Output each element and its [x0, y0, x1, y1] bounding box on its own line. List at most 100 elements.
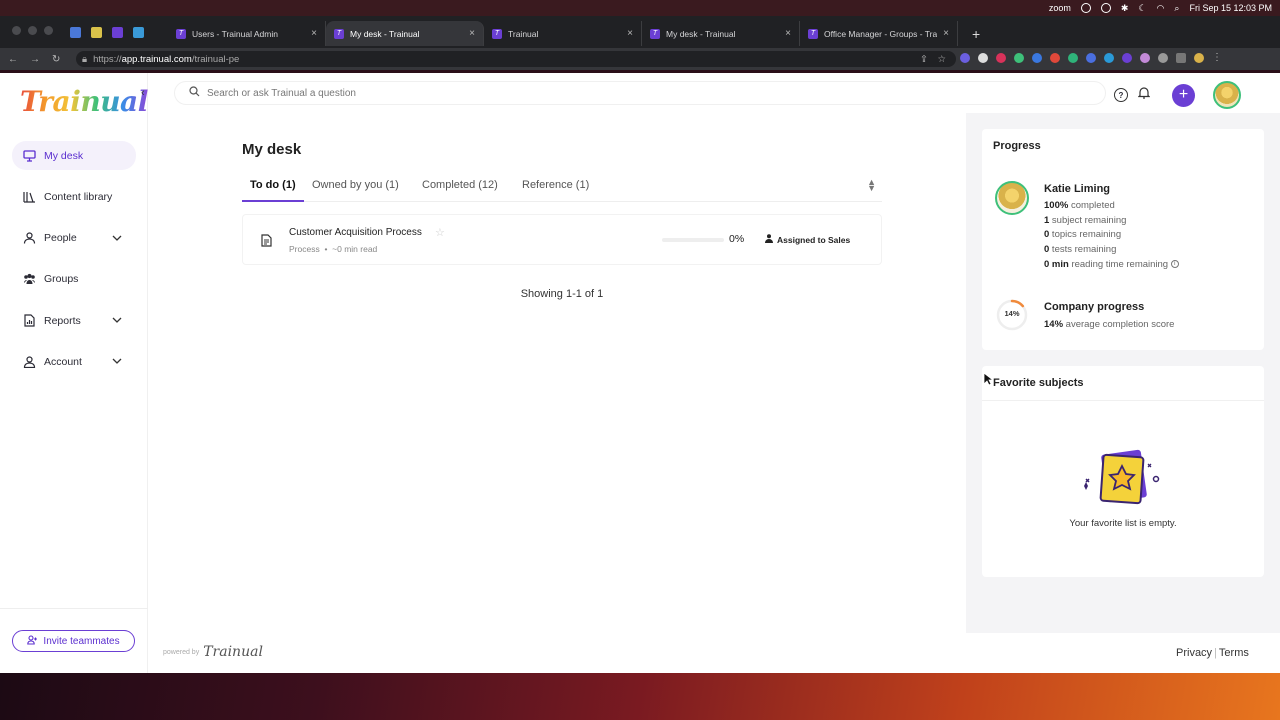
extension-icon[interactable]	[1122, 53, 1132, 63]
extension-icon[interactable]	[1086, 53, 1096, 63]
sidebar-item-groups[interactable]: Groups	[12, 265, 136, 294]
invite-teammates-button[interactable]: Invite teammates	[12, 630, 135, 652]
user-avatar[interactable]	[1213, 81, 1241, 109]
sidebar: Trainual ‹ My desk Content library Peopl…	[0, 73, 148, 673]
bell-icon[interactable]	[1137, 86, 1151, 104]
extension-icon[interactable]	[960, 53, 970, 63]
powered-by-label: powered by	[163, 648, 200, 656]
privacy-link[interactable]: Privacy	[1176, 647, 1212, 659]
extension-icon[interactable]	[978, 53, 988, 63]
table-row[interactable]: Customer Acquisition Process ☆ Process •…	[242, 214, 882, 265]
favorite-star-icon[interactable]: ☆	[435, 226, 445, 239]
sidebar-item-people[interactable]: People	[12, 224, 136, 253]
trainual-logo[interactable]: Trainual	[20, 85, 148, 118]
subject-name[interactable]: Customer Acquisition Process	[289, 227, 422, 238]
share-icon[interactable]: ⇪	[920, 54, 928, 65]
reload-icon[interactable]: ↻	[52, 54, 60, 65]
close-tab-icon[interactable]: ×	[469, 28, 475, 39]
sidebar-item-reports[interactable]: Reports	[12, 306, 136, 335]
clock[interactable]: Fri Sep 15 12:03 PM	[1189, 3, 1272, 13]
collapse-sidebar-icon[interactable]: ‹	[141, 87, 145, 99]
settings-icon[interactable]	[1080, 3, 1091, 13]
extension-icon[interactable]	[996, 53, 1006, 63]
extension-icon[interactable]	[1104, 53, 1114, 63]
pinned-tab-icon[interactable]	[91, 27, 102, 38]
chevron-down-icon[interactable]	[112, 355, 122, 367]
mouse-cursor-icon	[983, 372, 993, 386]
active-tab-indicator	[242, 200, 304, 202]
subject-type: Process	[289, 244, 320, 254]
close-tab-icon[interactable]: ×	[627, 28, 633, 39]
topbar: Search or ask Trainual a question ? +	[148, 73, 1280, 113]
sidebar-item-label: Content library	[44, 190, 113, 203]
chevron-down-icon[interactable]	[112, 314, 122, 326]
sidebar-item-my-desk[interactable]: My desk	[12, 141, 136, 170]
pinned-tab-icon[interactable]	[70, 27, 81, 38]
extension-icon[interactable]	[1068, 53, 1078, 63]
url-path: /trainual-pe	[191, 53, 240, 65]
sidebar-item-account[interactable]: Account	[12, 347, 136, 376]
extension-icon[interactable]	[1014, 53, 1024, 63]
pagination-summary: Showing 1-1 of 1	[520, 288, 604, 300]
stat-text: tests remaining	[1049, 244, 1117, 255]
search-icon[interactable]: ⌕	[1174, 3, 1179, 14]
progress-card: Progress Katie Liming 100% completed 1 s…	[982, 129, 1264, 350]
back-icon[interactable]: ←	[8, 54, 18, 65]
forward-icon[interactable]: →	[30, 54, 40, 65]
tab-completed[interactable]: Completed (12)	[422, 179, 498, 191]
tab-to-do[interactable]: To do (1)	[250, 179, 296, 191]
browser-tab-active[interactable]: T My desk - Trainual ×	[326, 21, 484, 46]
browser-tab[interactable]: T Users - Trainual Admin ×	[168, 21, 326, 46]
company-progress-text: average completion score	[1063, 319, 1175, 330]
sidebar-item-label: Reports	[44, 314, 81, 327]
person-icon	[765, 234, 773, 245]
empty-favorites-illustration	[1084, 449, 1160, 505]
wifi-icon[interactable]: ◠	[1157, 3, 1165, 14]
account-icon	[22, 355, 36, 369]
pinned-tab-icon[interactable]	[112, 27, 123, 38]
search-input[interactable]: Search or ask Trainual a question	[174, 81, 1106, 105]
browser-tab[interactable]: T Trainual ×	[484, 21, 642, 46]
puzzle-icon[interactable]	[1158, 53, 1168, 63]
browser-tab[interactable]: T Office Manager - Groups - Trai ×	[800, 21, 958, 46]
grammarly-icon[interactable]	[1100, 3, 1111, 13]
info-icon[interactable]: i	[1170, 260, 1179, 269]
extension-icon[interactable]	[1032, 53, 1042, 63]
profile-icon[interactable]	[1194, 53, 1204, 63]
close-window-icon[interactable]	[12, 26, 21, 35]
sort-icon[interactable]: ▲ ▼	[867, 178, 876, 193]
address-bar[interactable]: 🔒︎ https://app.trainual.com/trainual-pe …	[76, 51, 956, 67]
bookmark-star-icon[interactable]: ☆	[937, 54, 946, 65]
trainual-favicon-icon: T	[176, 28, 186, 39]
company-progress-title: Company progress	[1044, 301, 1145, 313]
close-tab-icon[interactable]: ×	[785, 28, 791, 39]
close-tab-icon[interactable]: ×	[943, 28, 949, 39]
footer-logo[interactable]: Trainual	[203, 644, 263, 660]
browser-tab[interactable]: T My desk - Trainual ×	[642, 21, 800, 46]
more-menu-icon[interactable]: ⋮	[1212, 53, 1222, 63]
new-tab-icon[interactable]: +	[972, 26, 980, 42]
chevron-down-icon[interactable]	[112, 232, 122, 244]
pinned-tab-icon[interactable]	[133, 27, 144, 38]
tab-owned-by-you[interactable]: Owned by you (1)	[312, 179, 399, 191]
help-icon[interactable]: ?	[1114, 88, 1128, 102]
stat-completed: 100% completed	[1044, 200, 1115, 211]
terms-link[interactable]: Terms	[1219, 647, 1249, 659]
maximize-window-icon[interactable]	[44, 26, 53, 35]
close-tab-icon[interactable]: ×	[311, 28, 317, 39]
stat-value: 100%	[1044, 200, 1069, 211]
bluetooth-icon[interactable]: ✱	[1121, 3, 1129, 14]
tab-reference[interactable]: Reference (1)	[522, 179, 589, 191]
url-host: app.trainual.com	[121, 53, 192, 65]
extension-icon[interactable]	[1050, 53, 1060, 63]
sidebar-item-label: My desk	[44, 149, 84, 162]
add-button[interactable]: +	[1172, 83, 1195, 107]
extension-icon[interactable]	[1140, 53, 1150, 63]
sidebar-item-content-library[interactable]: Content library	[12, 182, 136, 211]
window-controls	[12, 26, 53, 35]
moon-icon[interactable]: ☾	[1138, 3, 1146, 14]
sidepanel-icon[interactable]	[1176, 53, 1186, 63]
zoom-menubar-label[interactable]: zoom	[1049, 3, 1071, 13]
trainual-favicon-icon: T	[808, 28, 818, 39]
minimize-window-icon[interactable]	[28, 26, 37, 35]
